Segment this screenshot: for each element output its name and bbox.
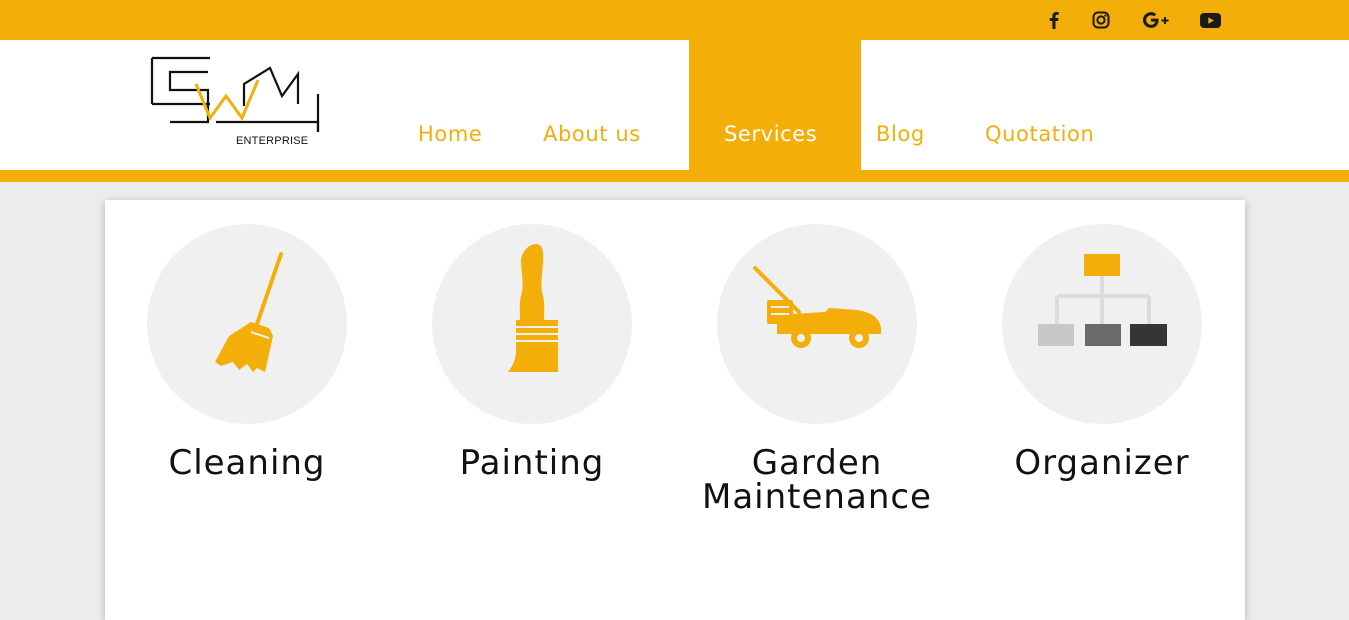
nav-quotation[interactable]: Quotation: [985, 118, 1094, 150]
service-label: Organizer: [1014, 443, 1190, 483]
service-icon-circle: [717, 224, 917, 424]
service-label: Cleaning: [168, 443, 326, 483]
nav-home[interactable]: Home: [418, 118, 482, 150]
service-icon-circle: [432, 224, 632, 424]
service-label-line: Maintenance: [702, 477, 932, 517]
org-chart-icon: [1038, 254, 1167, 346]
nav-about[interactable]: About us: [543, 118, 641, 150]
paintbrush-icon: [508, 244, 558, 372]
nav-active-highlight: [689, 40, 861, 170]
logo-subtitle: ENTERPRISE: [236, 135, 309, 147]
instagram-icon[interactable]: [1091, 9, 1111, 31]
nav-services[interactable]: Services: [724, 118, 817, 150]
broom-icon: [215, 252, 283, 372]
service-label-line: Garden: [751, 443, 883, 483]
nav-blog[interactable]: Blog: [876, 118, 925, 150]
youtube-icon[interactable]: [1199, 9, 1221, 31]
service-icon-circle: [147, 224, 347, 424]
service-icon-circle: [1002, 224, 1202, 424]
header-stripe: [0, 170, 1349, 182]
facebook-icon[interactable]: [1046, 9, 1062, 31]
service-label: Painting: [459, 443, 605, 483]
google-plus-icon[interactable]: [1142, 9, 1170, 31]
service-label: Garden Maintenance: [657, 446, 977, 514]
lawn-mower-icon: [753, 266, 881, 348]
